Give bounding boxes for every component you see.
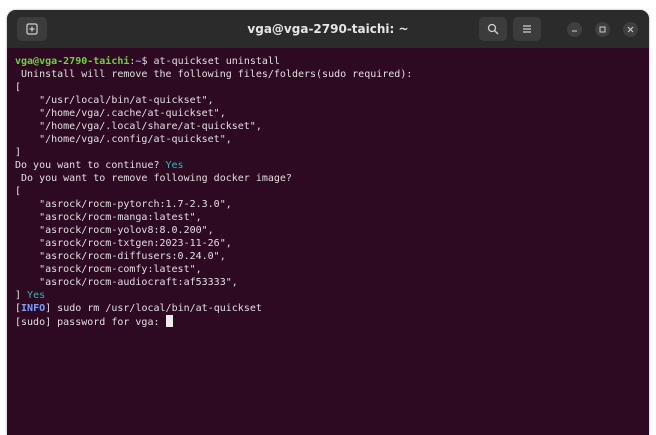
minimize-icon	[571, 26, 578, 33]
menu-button[interactable]	[513, 17, 541, 41]
titlebar: vga@vga-2790-taichi: ~	[7, 10, 649, 48]
close-button[interactable]	[623, 22, 638, 37]
close-icon	[627, 26, 634, 33]
sudo-prompt-line: [sudo] password for vga:	[15, 315, 649, 328]
info-command: sudo rm /usr/local/bin/at-quickset	[51, 303, 262, 314]
prompt-user: vga@vga-2790-taichi	[15, 56, 130, 67]
image-entry: "asrock/rocm-manga:latest",	[15, 212, 202, 223]
file-entry: "/home/vga/.cache/at-quickset",	[15, 108, 226, 119]
docker-question: Do you want to remove following docker i…	[15, 173, 292, 184]
terminal-window: vga@vga-2790-taichi: ~ vga@vga-2790-taic…	[7, 10, 649, 435]
maximize-button[interactable]	[595, 22, 610, 37]
uninstall-message: Uninstall will remove the following file…	[15, 69, 413, 80]
command-text: at-quickset uninstall	[153, 56, 280, 67]
info-line: [INFO] sudo rm /usr/local/bin/at-quickse…	[15, 303, 262, 314]
image-entry: "asrock/rocm-pytorch:1.7-2.3.0",	[15, 199, 232, 210]
window-title: vga@vga-2790-taichi: ~	[247, 22, 409, 36]
images-answer: Yes	[21, 290, 46, 301]
image-entry: "asrock/rocm-yolov8:8.0.200",	[15, 225, 214, 236]
file-entry: "/home/vga/.local/share/at-quickset",	[15, 121, 262, 132]
file-entry: "/usr/local/bin/at-quickset",	[15, 95, 214, 106]
continue-answer: Yes	[165, 160, 184, 171]
file-entry: "/home/vga/.config/at-quickset",	[15, 134, 232, 145]
files-close-bracket: ]	[15, 147, 22, 158]
search-button[interactable]	[479, 17, 507, 41]
text-cursor[interactable]	[165, 315, 173, 327]
sudo-prompt: [sudo] password for vga:	[15, 317, 166, 328]
image-entry: "asrock/rocm-audiocraft:af53333",	[15, 277, 238, 288]
continue-question: Do you want to continue?	[15, 160, 166, 171]
hamburger-menu-icon	[521, 23, 533, 35]
images-open-bracket: [	[15, 186, 22, 197]
minimize-button[interactable]	[567, 22, 582, 37]
command-line: vga@vga-2790-taichi:~$ at-quickset unins…	[15, 56, 280, 67]
continue-line: Do you want to continue? Yes	[15, 159, 649, 172]
info-tag: INFO	[21, 303, 46, 314]
terminal-output[interactable]: vga@vga-2790-taichi:~$ at-quickset unins…	[7, 48, 649, 435]
prompt-symbol: $	[141, 56, 148, 67]
new-tab-button[interactable]	[17, 17, 47, 41]
image-entry: "asrock/rocm-txtgen:2023-11-26",	[15, 238, 232, 249]
search-icon	[487, 23, 499, 35]
image-entry: "asrock/rocm-diffusers:0.24.0",	[15, 251, 226, 262]
images-answer-line: ] Yes	[15, 289, 649, 302]
maximize-icon	[599, 26, 606, 33]
image-entry: "asrock/rocm-comfy:latest",	[15, 264, 202, 275]
files-open-bracket: [	[15, 82, 22, 93]
new-tab-icon	[26, 23, 38, 35]
